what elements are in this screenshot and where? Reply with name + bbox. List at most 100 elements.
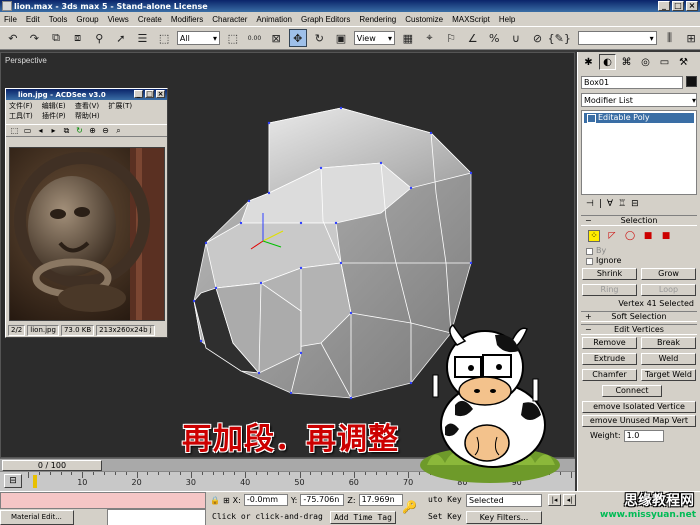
pin-stack-icon[interactable]: ⊣: [586, 199, 594, 209]
y-coordinate-field[interactable]: -75.706n: [300, 494, 345, 506]
acdsee-menu-plugins[interactable]: 插件(P): [42, 112, 66, 120]
scale-icon[interactable]: ▣: [332, 29, 350, 47]
browse-icon[interactable]: ⬚: [9, 126, 20, 136]
menu-animation[interactable]: Animation: [256, 15, 292, 24]
acdsee-menu-file[interactable]: 文件(F): [9, 102, 33, 110]
select-manipulate-icon[interactable]: ⌖: [421, 29, 439, 47]
grow-button[interactable]: Grow: [641, 268, 696, 280]
break-button[interactable]: Break: [641, 337, 696, 349]
named-selection-sets-dropdown[interactable]: ▾: [578, 31, 657, 45]
x-coordinate-field[interactable]: -0.0mm: [243, 494, 288, 506]
menu-help[interactable]: Help: [499, 15, 515, 24]
undo-icon[interactable]: ↶: [4, 29, 22, 47]
copy-icon[interactable]: ⧉: [61, 126, 72, 136]
target-weld-button[interactable]: Target Weld: [641, 369, 696, 381]
tab-motion[interactable]: ◎: [637, 54, 654, 70]
show-end-result-icon[interactable]: |: [599, 199, 602, 209]
auto-key-button[interactable]: uto Key: [428, 495, 462, 504]
make-unique-icon[interactable]: ∀: [607, 199, 613, 209]
magnet-icon[interactable]: ∪: [507, 29, 525, 47]
align-icon[interactable]: ⊞: [682, 29, 700, 47]
set-key-button[interactable]: Set Key: [428, 512, 462, 521]
menu-customize[interactable]: Customize: [405, 15, 443, 24]
extrude-button[interactable]: Extrude: [582, 353, 637, 365]
select-icon[interactable]: ➚: [112, 29, 130, 47]
connect-button[interactable]: Connect: [602, 385, 662, 397]
time-slider[interactable]: 0 / 100: [2, 460, 102, 471]
zoom-out-icon[interactable]: ⊖: [100, 126, 111, 136]
select-by-name-icon[interactable]: ☰: [134, 29, 152, 47]
stack-item-editable-poly[interactable]: Editable Poly: [584, 113, 694, 123]
selection-rollout-header[interactable]: − Selection: [581, 215, 697, 226]
menu-edit[interactable]: Edit: [26, 15, 40, 24]
remove-modifier-icon[interactable]: ♖: [618, 199, 626, 209]
lock-selection-icon[interactable]: 🔒: [210, 496, 220, 505]
minimize-button[interactable]: _: [658, 1, 670, 11]
redo-icon[interactable]: ↷: [26, 29, 44, 47]
object-color-swatch[interactable]: [686, 76, 697, 87]
soft-selection-rollout-header[interactable]: + Soft Selection: [581, 311, 697, 322]
bind-space-warp-icon[interactable]: ⚲: [90, 29, 108, 47]
previous-icon[interactable]: ◂: [35, 126, 46, 136]
zoom-in-icon[interactable]: ⊕: [87, 126, 98, 136]
weight-input[interactable]: 1.0: [623, 430, 664, 442]
acdsee-minimize-button[interactable]: _: [134, 90, 143, 98]
maxscript-listener-input[interactable]: [0, 492, 206, 509]
acdsee-maximize-button[interactable]: □: [145, 90, 154, 98]
mini-curve-editor-icon[interactable]: ⊟: [4, 474, 22, 488]
configure-modifier-sets-icon[interactable]: ⊟: [631, 199, 639, 209]
menu-graph-editors[interactable]: Graph Editors: [301, 15, 350, 24]
tab-hierarchy[interactable]: ⌘: [618, 54, 635, 70]
acdsee-window[interactable]: lion.jpg - ACDSee v3.0 _ □ × 文件(F) 编辑(E)…: [5, 88, 168, 338]
loop-button[interactable]: Loop: [641, 284, 696, 296]
unlink-icon[interactable]: ⧈: [69, 29, 87, 47]
edge-level-icon[interactable]: ◸: [606, 230, 618, 242]
angle-snap-icon[interactable]: ∠: [464, 29, 482, 47]
region-select-icon[interactable]: ⬚: [155, 29, 173, 47]
tab-modify[interactable]: ◐: [599, 54, 616, 70]
maximize-button[interactable]: □: [672, 1, 684, 11]
acdsee-close-button[interactable]: ×: [156, 90, 165, 98]
maxscript-output[interactable]: [107, 509, 206, 525]
remove-isolated-vertices-button[interactable]: emove Isolated Vertice: [582, 401, 696, 413]
percent-snap-icon[interactable]: ⊠: [267, 29, 285, 47]
acdsee-menu-extend[interactable]: 扩展(T): [108, 102, 132, 110]
refresh-icon[interactable]: ↻: [74, 126, 85, 136]
open-folder-icon[interactable]: ▭: [22, 126, 33, 136]
remove-button[interactable]: Remove: [582, 337, 637, 349]
remove-unused-map-verts-button[interactable]: emove Unused Map Vert: [582, 415, 696, 427]
link-icon[interactable]: ⧉: [47, 29, 65, 47]
add-time-tag-button[interactable]: Add Time Tag: [330, 511, 396, 524]
menu-tools[interactable]: Tools: [49, 15, 68, 24]
menu-character[interactable]: Character: [212, 15, 247, 24]
acdsee-menu-edit[interactable]: 编辑(E): [42, 102, 66, 110]
key-selection-dropdown[interactable]: Selected: [466, 494, 542, 507]
material-editor-taskbar-button[interactable]: Material Edit...: [0, 510, 74, 525]
tab-create[interactable]: ✱: [580, 54, 597, 70]
acdsee-menu-view[interactable]: 查看(V): [75, 102, 99, 110]
z-coordinate-field[interactable]: 17.969n: [358, 494, 403, 506]
set-key-icon[interactable]: 🔑: [402, 500, 417, 514]
modifier-list-dropdown[interactable]: Modifier List ▾: [581, 93, 697, 107]
acdsee-menu-tools[interactable]: 工具(T): [9, 112, 33, 120]
move-icon[interactable]: ✥: [288, 29, 307, 47]
named-selection-icon[interactable]: ⊘: [529, 29, 547, 47]
absolute-mode-icon[interactable]: ⊞: [223, 496, 230, 505]
next-icon[interactable]: ▸: [48, 126, 59, 136]
ring-button[interactable]: Ring: [582, 284, 637, 296]
edit-named-selection-icon[interactable]: {✎}: [548, 29, 571, 47]
acdsee-title-bar[interactable]: lion.jpg - ACDSee v3.0 _ □ ×: [6, 89, 167, 100]
mirror-icon[interactable]: ⫼: [661, 29, 679, 47]
zoom-fit-icon[interactable]: ⌕: [113, 126, 124, 136]
menu-group[interactable]: Group: [76, 15, 98, 24]
menu-maxscript[interactable]: MAXScript: [452, 15, 490, 24]
menu-modifiers[interactable]: Modifiers: [171, 15, 203, 24]
vertex-level-icon[interactable]: ⁘: [588, 230, 600, 242]
rotate-icon[interactable]: ↻: [311, 29, 329, 47]
chamfer-button[interactable]: Chamfer: [582, 369, 637, 381]
by-vertex-checkbox[interactable]: By: [578, 246, 700, 256]
weld-button[interactable]: Weld: [641, 353, 696, 365]
pivot-icon[interactable]: ▦: [399, 29, 417, 47]
key-filters-button[interactable]: Key Filters...: [466, 511, 542, 524]
element-level-icon[interactable]: ■: [660, 230, 672, 242]
